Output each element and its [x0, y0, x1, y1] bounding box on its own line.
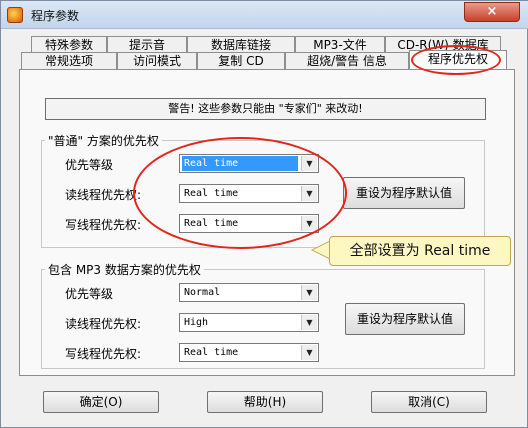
annotation-callout: 全部设置为 Real time	[329, 236, 511, 266]
select-value: Normal	[184, 287, 221, 298]
mp3-read-thread-label: 读线程优先权:	[65, 317, 142, 331]
annotation-fields-highlight	[133, 137, 347, 249]
normal-read-thread-label: 读线程优先权:	[65, 188, 142, 202]
mp3-priority-group-title: 包含 MP3 数据方案的优先权	[45, 261, 204, 278]
mp3-write-thread-select[interactable]: Real time ▼	[179, 343, 319, 362]
tab-copy-cd[interactable]: 复制 CD	[197, 52, 285, 69]
mp3-write-thread-label: 写线程优先权:	[65, 347, 142, 361]
normal-reset-defaults-button[interactable]: 重设为程序默认值	[343, 177, 465, 209]
cancel-button[interactable]: 取消(C)	[371, 391, 487, 413]
dialog-window: 程序参数 × 特殊参数 提示音 数据库链接 MP3-文件 CD-R(W) 数据库…	[0, 0, 528, 428]
chevron-down-icon[interactable]: ▼	[301, 345, 317, 360]
tab-mp3-files[interactable]: MP3-文件	[295, 36, 385, 53]
close-button[interactable]: ×	[464, 2, 520, 22]
window-title: 程序参数	[31, 9, 80, 23]
annotation-tab-highlight	[411, 45, 501, 75]
normal-priority-level-label: 优先等级	[65, 158, 114, 172]
app-icon	[7, 7, 23, 23]
title-bar[interactable]: 程序参数 ×	[1, 1, 528, 29]
tab-access-mode[interactable]: 访问模式	[117, 52, 197, 69]
select-value: Real time	[184, 347, 239, 358]
ok-button[interactable]: 确定(O)	[43, 391, 159, 413]
close-icon: ×	[486, 4, 498, 19]
warning-message: 警告! 这些参数只能由 "专家们" 来改动!	[45, 98, 486, 120]
mp3-read-thread-select[interactable]: High ▼	[179, 313, 319, 332]
select-value: High	[184, 317, 209, 328]
tab-special-params[interactable]: 特殊参数	[31, 36, 107, 53]
mp3-reset-defaults-button[interactable]: 重设为程序默认值	[345, 303, 465, 335]
mp3-priority-level-label: 优先等级	[65, 287, 114, 301]
tab-general[interactable]: 常规选项	[21, 52, 117, 69]
normal-priority-group-title: "普通" 方案的优先权	[45, 132, 162, 149]
chevron-down-icon[interactable]: ▼	[301, 315, 317, 330]
tab-sound[interactable]: 提示音	[107, 36, 187, 53]
tab-database-link[interactable]: 数据库链接	[187, 36, 295, 53]
help-button[interactable]: 帮助(H)	[207, 391, 323, 413]
chevron-down-icon[interactable]: ▼	[301, 285, 317, 300]
mp3-priority-level-select[interactable]: Normal ▼	[179, 283, 319, 302]
tab-overburn-warning[interactable]: 超烧/警告 信息	[285, 52, 409, 69]
annotation-callout-tail-fill	[313, 242, 329, 258]
normal-write-thread-label: 写线程优先权:	[65, 218, 142, 232]
